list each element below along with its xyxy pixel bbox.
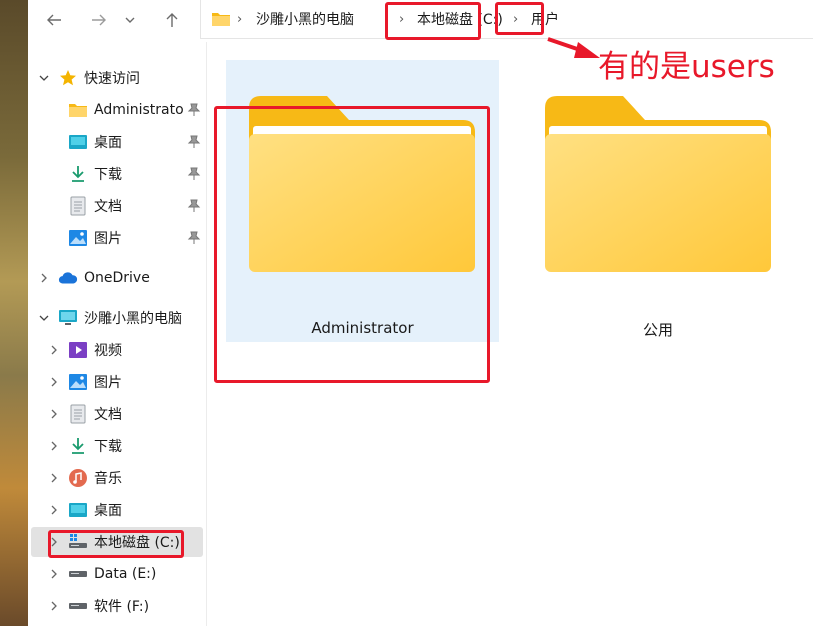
chevron-right-icon <box>47 375 61 389</box>
chevron-down-icon <box>37 71 51 85</box>
drive-icon <box>68 596 88 616</box>
sidebar-item-desktop-pc[interactable]: 桌面 <box>31 495 203 525</box>
sidebar-item-label: 本地磁盘 (C:) <box>94 535 180 551</box>
sidebar-item-label: 视频 <box>94 343 122 359</box>
sidebar-item-label: 桌面 <box>94 503 122 519</box>
document-icon <box>68 196 88 216</box>
pin-icon <box>187 103 201 117</box>
sidebar-item-label: 图片 <box>94 231 122 247</box>
sidebar-item-music[interactable]: 音乐 <box>31 463 203 493</box>
chevron-right-icon: › <box>237 11 243 27</box>
sidebar-item-this-pc[interactable]: 沙雕小黑的电脑 <box>31 303 203 333</box>
sidebar-item-documents[interactable]: 文档 <box>31 191 203 221</box>
computer-icon <box>58 308 78 328</box>
file-explorer-window: › 沙雕小黑的电脑 › 本地磁盘 (C:) › 用户 快速访问 Administ… <box>28 0 813 626</box>
sidebar-item-label: OneDrive <box>84 270 150 286</box>
folder-tile-administrator[interactable]: Administrator <box>226 60 499 342</box>
video-icon <box>68 340 88 360</box>
forward-button[interactable] <box>83 4 115 36</box>
pin-icon <box>187 167 201 181</box>
chevron-down-icon <box>125 17 135 23</box>
star-icon <box>58 68 78 88</box>
up-button[interactable] <box>156 4 188 36</box>
folder-label: Administrator <box>311 319 414 337</box>
back-button[interactable] <box>38 4 70 36</box>
chevron-right-icon <box>47 407 61 421</box>
pin-icon <box>187 199 201 213</box>
drive-c-icon <box>68 532 88 552</box>
sidebar-item-quick-access[interactable]: 快速访问 <box>31 63 203 93</box>
sidebar-item-label: 桌面 <box>94 135 122 151</box>
arrow-left-icon <box>47 14 61 26</box>
pin-icon <box>187 135 201 149</box>
folder-icon <box>68 100 88 120</box>
sidebar-item-desktop[interactable]: 桌面 <box>31 127 203 157</box>
sidebar-item-videos[interactable]: 视频 <box>31 335 203 365</box>
annotation-note: 有的是users <box>598 49 775 85</box>
sidebar-item-pictures[interactable]: 图片 <box>31 223 203 253</box>
music-icon <box>68 468 88 488</box>
chevron-right-icon <box>47 535 61 549</box>
sidebar-item-label: 下载 <box>94 167 122 183</box>
pane-divider[interactable] <box>206 42 207 626</box>
sidebar-item-label: 沙雕小黑的电脑 <box>84 311 182 327</box>
chevron-right-icon <box>47 503 61 517</box>
sidebar-item-label: 软件 (F:) <box>94 599 150 615</box>
document-icon <box>68 404 88 424</box>
sidebar-item-label: Data (E:) <box>94 566 157 582</box>
sidebar-item-label: 图片 <box>94 375 122 391</box>
chevron-down-icon <box>37 311 51 325</box>
sidebar-item-downloads[interactable]: 下载 <box>31 159 203 189</box>
download-icon <box>68 436 88 456</box>
sidebar-item-label: 文档 <box>94 407 122 423</box>
desktop-wallpaper-edge <box>0 0 28 626</box>
sidebar-item-pictures-pc[interactable]: 图片 <box>31 367 203 397</box>
large-folder-icon <box>249 96 475 272</box>
desktop-icon <box>68 500 88 520</box>
arrow-up-icon <box>166 13 178 27</box>
chevron-right-icon <box>47 599 61 613</box>
pin-icon <box>187 231 201 245</box>
sidebar-item-label: 文档 <box>94 199 122 215</box>
chevron-right-icon <box>47 343 61 357</box>
chevron-right-icon: › <box>399 11 405 27</box>
drive-icon <box>68 564 88 584</box>
sidebar-item-data-e[interactable]: Data (E:) <box>31 559 203 589</box>
sidebar-item-documents-pc[interactable]: 文档 <box>31 399 203 429</box>
cloud-icon <box>58 268 78 288</box>
sidebar-item-label: 快速访问 <box>84 71 140 87</box>
navigation-pane: 快速访问 Administrator 桌面 下载 文档 图片 OneDrive … <box>28 42 206 626</box>
folder-tile-public[interactable]: 公用 <box>530 60 786 342</box>
breadcrumb-this-pc[interactable]: 沙雕小黑的电脑 <box>256 0 354 38</box>
sidebar-item-administrator[interactable]: Administrator <box>31 95 203 125</box>
sidebar-item-label: 下载 <box>94 439 122 455</box>
pictures-icon <box>68 228 88 248</box>
chevron-right-icon <box>47 471 61 485</box>
sidebar-item-downloads-pc[interactable]: 下载 <box>31 431 203 461</box>
arrow-right-icon <box>92 14 106 26</box>
sidebar-item-software-f[interactable]: 软件 (F:) <box>31 591 203 621</box>
recent-locations-button[interactable] <box>121 4 139 36</box>
sidebar-item-label: Administrator <box>94 102 184 118</box>
address-bar[interactable]: › 沙雕小黑的电脑 › 本地磁盘 (C:) › 用户 <box>200 0 813 39</box>
breadcrumb-local-disk-c[interactable]: 本地磁盘 (C:) <box>417 0 503 38</box>
sidebar-item-label: 音乐 <box>94 471 122 487</box>
download-icon <box>68 164 88 184</box>
chevron-right-icon <box>47 439 61 453</box>
sidebar-item-onedrive[interactable]: OneDrive <box>31 263 203 293</box>
sidebar-item-local-disk-c[interactable]: 本地磁盘 (C:) <box>31 527 203 557</box>
folder-icon <box>211 11 231 31</box>
chevron-right-icon <box>47 567 61 581</box>
chevron-right-icon: › <box>513 11 519 27</box>
pictures-icon <box>68 372 88 392</box>
large-folder-icon <box>545 96 771 272</box>
navigation-bar: › 沙雕小黑的电脑 › 本地磁盘 (C:) › 用户 <box>28 0 813 40</box>
folder-label: 公用 <box>642 321 673 339</box>
chevron-right-icon <box>37 271 51 285</box>
annotation-arrow-icon <box>547 37 600 58</box>
desktop-icon <box>68 132 88 152</box>
